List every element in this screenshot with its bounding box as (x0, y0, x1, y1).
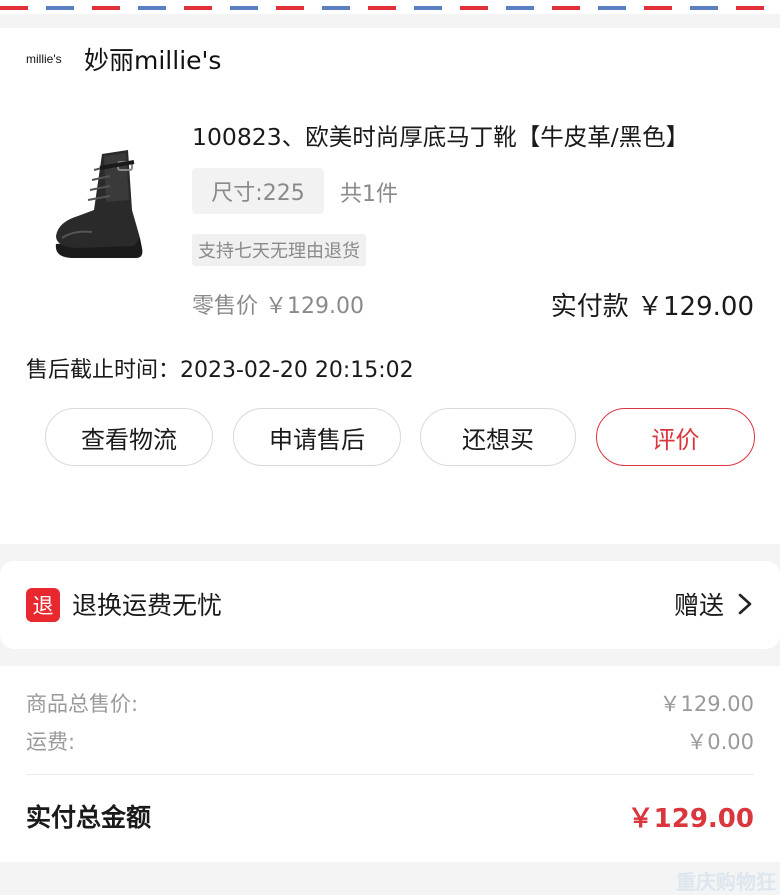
chevron-right-icon (738, 593, 752, 615)
apply-after-sale-button[interactable]: 申请售后 (233, 408, 401, 466)
paid-total-label: 实付总金额 (26, 803, 152, 832)
product-title[interactable]: 100823、欧美时尚厚底马丁靴【牛皮革/黑色】 (192, 118, 762, 152)
after-sale-deadline: 售后截止时间：2023-02-20 20:15:02 (26, 358, 414, 383)
paid-total-value: ￥129.00 (627, 804, 754, 834)
bottom-spacer (0, 862, 780, 895)
buy-again-button[interactable]: 还想买 (420, 408, 576, 466)
retail-price: 零售价 ￥129.00 (192, 294, 364, 319)
boot-icon (55, 150, 143, 258)
watermark: 重庆购物狂 (676, 870, 776, 894)
gift-link[interactable]: 赠送 (674, 586, 752, 622)
shipping-label: 运费: (26, 730, 76, 754)
shop-logo: millie's (26, 52, 62, 66)
shipping-value: ￥0.00 (686, 730, 754, 754)
product-image[interactable] (44, 140, 152, 260)
shop-name[interactable]: 妙丽millie's (84, 41, 221, 77)
shop-header[interactable]: millie's 妙丽millie's (26, 42, 221, 76)
freight-insurance-title: 退换运费无忧 (72, 591, 223, 620)
airmail-border (0, 0, 780, 14)
goods-total-label: 商品总售价: (26, 692, 139, 716)
return-badge-icon: 退 (26, 588, 60, 622)
view-logistics-button[interactable]: 查看物流 (45, 408, 213, 466)
paid-amount: 实付款 ￥129.00 (550, 292, 754, 322)
divider (26, 774, 754, 775)
quantity-label: 共1件 (340, 182, 398, 207)
goods-total-value: ￥129.00 (659, 692, 754, 716)
return-policy-tag: 支持七天无理由退货 (192, 234, 366, 266)
size-chip: 尺寸:225 (192, 168, 324, 214)
review-button[interactable]: 评价 (596, 408, 755, 466)
gift-label: 赠送 (673, 591, 724, 620)
